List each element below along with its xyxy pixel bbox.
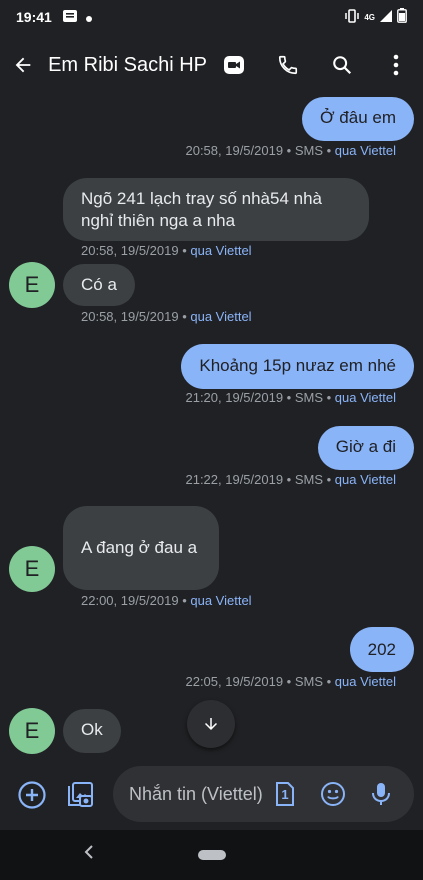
video-call-icon: [224, 56, 244, 74]
video-call-button[interactable]: [207, 38, 261, 92]
add-attachment-button[interactable]: [11, 774, 53, 816]
app-bar: Em Ribi Sachi HP: [0, 34, 423, 96]
contact-avatar[interactable]: E: [9, 708, 55, 754]
message-list[interactable]: Ở đâu em 20:58, 19/5/2019 • SMS • qua Vi…: [0, 96, 423, 754]
microphone-icon: [372, 783, 390, 805]
sim-selector-button[interactable]: 1: [266, 775, 304, 813]
message-notification-icon: [62, 9, 78, 26]
search-button[interactable]: [315, 38, 369, 92]
system-back-button[interactable]: [84, 844, 94, 865]
compose-bar: 1: [0, 760, 423, 830]
message-bubble-incoming[interactable]: Ngõ 241 lạch tray số nhà54 nhà nghỉ thiê…: [63, 178, 369, 241]
contact-avatar[interactable]: E: [9, 546, 55, 592]
message-bubble-outgoing[interactable]: Ở đâu em: [301, 97, 414, 141]
more-options-button[interactable]: [369, 38, 423, 92]
message-meta: 21:20, 19/5/2019 • SMS • qua Viettel: [185, 390, 396, 405]
conversation-title: Em Ribi Sachi HP: [48, 53, 207, 76]
scroll-to-bottom-button[interactable]: [187, 700, 235, 748]
message-input-container: 1: [113, 766, 414, 822]
vibrate-icon: [344, 8, 360, 26]
message-input[interactable]: [129, 783, 269, 805]
arrow-back-icon: [15, 57, 31, 73]
system-navigation-bar: [0, 830, 423, 880]
message-bubble-outgoing[interactable]: Giờ a đi: [317, 426, 414, 470]
dot-icon: [85, 9, 92, 25]
message-bubble-incoming[interactable]: Ok: [63, 709, 121, 753]
message-bubble-incoming[interactable]: Có a: [63, 264, 135, 306]
sim-number: 1: [281, 786, 289, 802]
phone-icon: [278, 55, 298, 75]
message-meta: 20:58, 19/5/2019 • qua Viettel: [81, 309, 252, 324]
message-bubble-outgoing[interactable]: 202: [349, 627, 414, 672]
emoji-icon: [321, 782, 345, 806]
add-circle-icon: [18, 781, 46, 809]
message-bubble-outgoing[interactable]: Khoảng 15p nưaz em nhé: [181, 344, 414, 389]
message-meta: 22:05, 19/5/2019 • SMS • qua Viettel: [185, 674, 396, 689]
gallery-icon: [68, 782, 93, 807]
message-bubble-incoming[interactable]: A đang ở đau a: [63, 506, 219, 590]
network-type: 4G: [364, 12, 375, 22]
home-button[interactable]: [197, 850, 226, 860]
gallery-button[interactable]: [59, 774, 101, 816]
search-icon: [333, 56, 352, 75]
status-time: 19:41: [16, 9, 52, 25]
arrow-down-icon: [205, 718, 217, 730]
status-bar: 19:41 4G: [0, 0, 423, 34]
voice-input-button[interactable]: [362, 775, 400, 813]
battery-icon: [397, 8, 407, 26]
message-meta: 20:58, 19/5/2019 • qua Viettel: [81, 243, 252, 258]
message-meta: 22:00, 19/5/2019 • qua Viettel: [81, 593, 252, 608]
chevron-left-icon: [84, 845, 93, 859]
message-meta: 21:22, 19/5/2019 • SMS • qua Viettel: [185, 472, 396, 487]
back-button[interactable]: [4, 37, 42, 93]
contact-avatar[interactable]: E: [9, 262, 55, 308]
more-vert-icon: [393, 54, 399, 76]
message-meta: 20:58, 19/5/2019 • SMS • qua Viettel: [185, 143, 396, 158]
emoji-button[interactable]: [314, 775, 352, 813]
call-button[interactable]: [261, 38, 315, 92]
signal-icon: [379, 9, 393, 26]
